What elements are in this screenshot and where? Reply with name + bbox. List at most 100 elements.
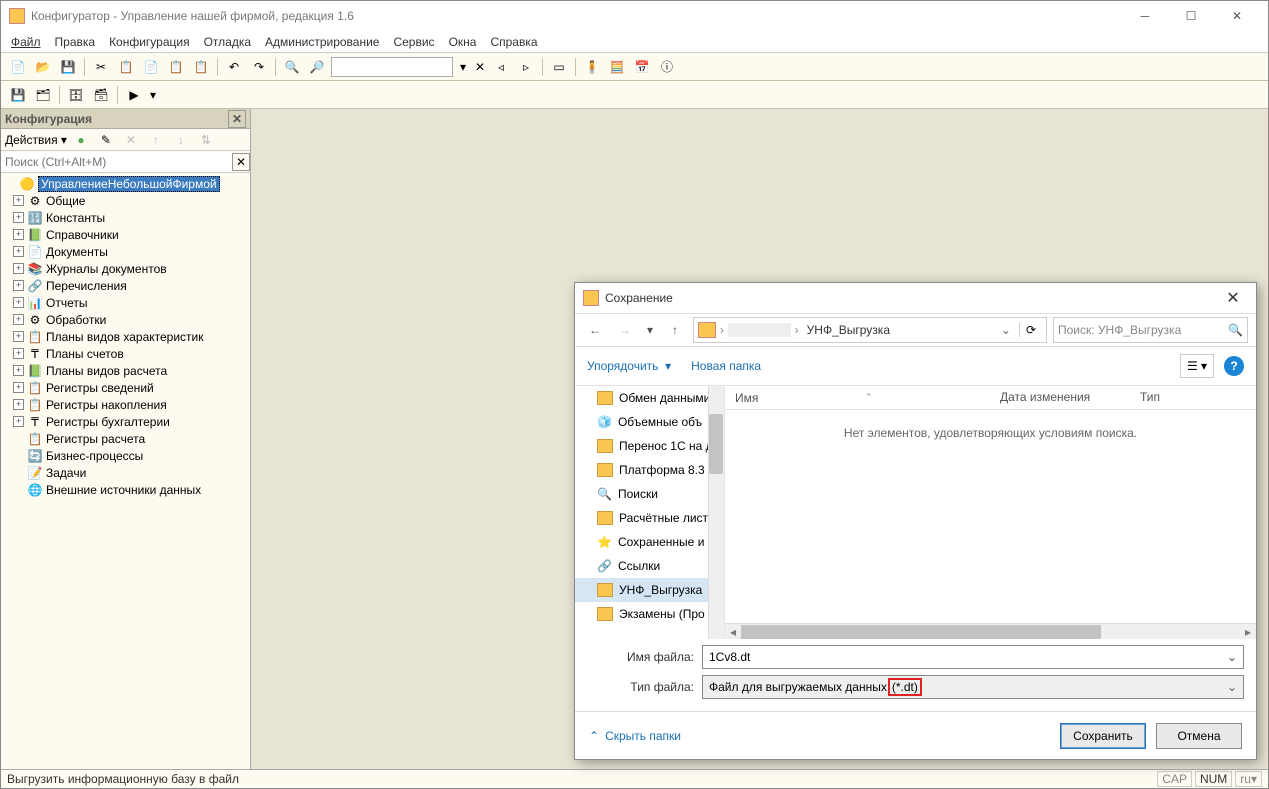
tree-item[interactable]: 📋Регистры расчета (3, 430, 248, 447)
calendar-icon[interactable]: 📅 (631, 56, 653, 78)
up-icon[interactable]: ↑ (145, 129, 167, 151)
tree-item[interactable]: 🔄Бизнес-процессы (3, 447, 248, 464)
config-search-input[interactable] (1, 152, 232, 172)
menu-config[interactable]: Конфигурация (109, 35, 190, 49)
dialog-close-button[interactable]: ✕ (1218, 288, 1248, 308)
help-icon[interactable]: ? (1224, 356, 1244, 376)
paste2-icon[interactable]: 📋 (165, 56, 187, 78)
tree-item[interactable]: +📋Регистры сведений (3, 379, 248, 396)
tree-root[interactable]: 🟡 УправлениеНебольшойФирмой (3, 175, 248, 192)
tree-folder[interactable]: ⭐Сохраненные и (575, 530, 724, 554)
cancel-button[interactable]: Отмена (1156, 723, 1242, 749)
breadcrumb-current[interactable]: УНФ_Выгрузка (803, 323, 894, 337)
search-clear-button[interactable]: ✕ (232, 153, 250, 171)
copy-icon[interactable]: 📋 (115, 56, 137, 78)
window-icon[interactable]: ▭ (548, 56, 570, 78)
db2-icon[interactable]: 🗄 (65, 84, 87, 106)
add-icon[interactable]: ● (70, 129, 92, 151)
paste3-icon[interactable]: 📋 (190, 56, 212, 78)
close-button[interactable]: ✕ (1214, 1, 1260, 31)
tree-item[interactable]: +₸Регистры бухгалтерии (3, 413, 248, 430)
menu-debug[interactable]: Отладка (204, 35, 251, 49)
edit-icon[interactable]: ✎ (95, 129, 117, 151)
sort-icon[interactable]: ⇅ (195, 129, 217, 151)
dropdown-icon[interactable]: ▾ (456, 56, 470, 78)
refresh-button[interactable]: ⟳ (1019, 323, 1042, 337)
tree-item[interactable]: +📄Документы (3, 243, 248, 260)
syntax-icon[interactable]: 🧍 (581, 56, 603, 78)
zoom-icon[interactable]: 🔎 (306, 56, 328, 78)
tree-folder[interactable]: Перенос 1С на д (575, 434, 724, 458)
scrollbar-thumb[interactable] (741, 625, 1101, 639)
save-icon[interactable]: 💾 (57, 56, 79, 78)
forward-button[interactable]: → (613, 318, 637, 342)
history-dropdown[interactable]: ▾ (643, 318, 657, 342)
filename-input[interactable]: 1Cv8.dt ⌄ (702, 645, 1244, 669)
actions-dropdown[interactable]: Действия ▾ (5, 133, 67, 147)
dropdown-icon[interactable]: ⌄ (1227, 650, 1237, 664)
address-dropdown[interactable]: ⌄ (997, 323, 1015, 337)
prev-icon[interactable]: ◃ (490, 56, 512, 78)
clear-icon[interactable]: ✕ (473, 56, 487, 78)
new-folder-button[interactable]: Новая папка (691, 359, 761, 373)
tree-folder[interactable]: Расчётные лист (575, 506, 724, 530)
save-button[interactable]: Сохранить (1060, 723, 1146, 749)
tree-scrollbar[interactable] (708, 386, 724, 639)
db-icon[interactable]: 💾 (7, 84, 29, 106)
filetype-combo[interactable]: Файл для выгружаемых данных (*.dt) ⌄ (702, 675, 1244, 699)
col-name[interactable]: Имя⌃ (725, 386, 990, 409)
run-drop-icon[interactable]: ▾ (148, 84, 158, 106)
tree-folder-selected[interactable]: УНФ_Выгрузка (575, 578, 724, 602)
tree-item[interactable]: 🌐Внешние источники данных (3, 481, 248, 498)
paste-icon[interactable]: 📄 (140, 56, 162, 78)
menu-admin[interactable]: Администрирование (265, 35, 379, 49)
menu-help[interactable]: Справка (490, 35, 537, 49)
menu-service[interactable]: Сервис (393, 35, 434, 49)
tree-item[interactable]: +📗Планы видов расчета (3, 362, 248, 379)
col-type[interactable]: Тип (1130, 386, 1171, 409)
dropdown-icon[interactable]: ⌄ (1227, 680, 1237, 694)
col-date[interactable]: Дата изменения (990, 386, 1130, 409)
calc-icon[interactable]: 🧮 (606, 56, 628, 78)
new-icon[interactable]: 📄 (7, 56, 29, 78)
tree-item[interactable]: +⚙Общие (3, 192, 248, 209)
tree-item[interactable]: +📗Справочники (3, 226, 248, 243)
scroll-left-button[interactable]: ◂ (725, 625, 741, 639)
tree-folder[interactable]: Обмен данными (575, 386, 724, 410)
tree-item[interactable]: +₸Планы счетов (3, 345, 248, 362)
maximize-button[interactable]: ☐ (1168, 1, 1214, 31)
open-icon[interactable]: 📂 (32, 56, 54, 78)
tree-item[interactable]: +📊Отчеты (3, 294, 248, 311)
menu-edit[interactable]: Правка (55, 35, 96, 49)
tree-item[interactable]: +📋Планы видов характеристик (3, 328, 248, 345)
down-icon[interactable]: ↓ (170, 129, 192, 151)
organize-dropdown[interactable]: Упорядочить ▾ (587, 359, 671, 373)
config-icon[interactable]: 🗂 (32, 84, 54, 106)
delete-icon[interactable]: ✕ (120, 129, 142, 151)
find-icon[interactable]: 🔍 (281, 56, 303, 78)
scrollbar-thumb[interactable] (709, 414, 723, 474)
menu-windows[interactable]: Окна (449, 35, 477, 49)
redo-icon[interactable]: ↷ (248, 56, 270, 78)
panel-close-button[interactable]: ✕ (228, 110, 246, 128)
dialog-search-input[interactable]: Поиск: УНФ_Выгрузка 🔍 (1053, 317, 1248, 343)
tree-item[interactable]: 📝Задачи (3, 464, 248, 481)
tree-folder[interactable]: Экзамены (Про (575, 602, 724, 626)
horizontal-scrollbar[interactable]: ◂ ▸ (725, 623, 1256, 639)
address-bar[interactable]: › › УНФ_Выгрузка ⌄ ⟳ (693, 317, 1047, 343)
tree-my-computer[interactable]: ›Мой компьютер (575, 634, 724, 639)
back-button[interactable]: ← (583, 318, 607, 342)
run-icon[interactable]: ▶ (123, 84, 145, 106)
tree-item[interactable]: +🔢Константы (3, 209, 248, 226)
menu-file[interactable]: Файл (11, 35, 41, 49)
status-lang[interactable]: ru ▾ (1235, 771, 1262, 787)
scroll-right-button[interactable]: ▸ (1240, 625, 1256, 639)
hide-folders-toggle[interactable]: ⌃ Скрыть папки (589, 729, 681, 743)
tree-item[interactable]: +⚙Обработки (3, 311, 248, 328)
info-icon[interactable]: ⓘ (656, 56, 678, 78)
minimize-button[interactable]: ─ (1122, 1, 1168, 31)
tree-item[interactable]: +📚Журналы документов (3, 260, 248, 277)
tree-item[interactable]: +🔗Перечисления (3, 277, 248, 294)
tree-folder[interactable]: 🔍Поиски (575, 482, 724, 506)
db3-icon[interactable]: 🗃 (90, 84, 112, 106)
